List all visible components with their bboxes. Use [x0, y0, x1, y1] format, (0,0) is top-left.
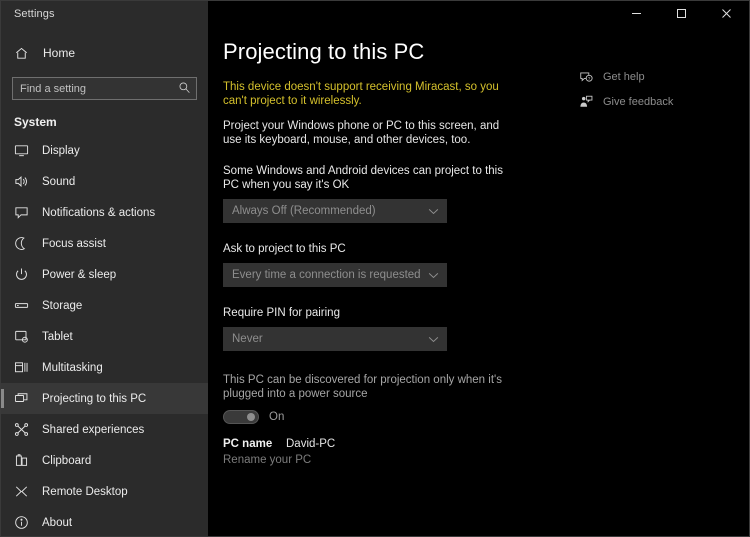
clipboard-icon [14, 453, 36, 468]
tablet-icon [14, 329, 36, 344]
sidebar-item-label: Remote Desktop [42, 485, 128, 498]
sidebar-item-multitasking[interactable]: Multitasking [1, 352, 208, 383]
sidebar-item-label: About [42, 516, 73, 529]
titlebar-right-region [208, 1, 749, 26]
field-label: Some Windows and Android devices can pro… [223, 165, 503, 191]
search-container [12, 77, 197, 100]
sidebar-item-label: Storage [42, 299, 83, 312]
sidebar: Home System Display [1, 26, 208, 536]
search-input[interactable] [12, 77, 197, 100]
toggle-state-label: On [269, 411, 285, 423]
feedback-person-icon [576, 95, 596, 109]
dropdown-value: Never [232, 333, 263, 345]
field-project-permission: Some Windows and Android devices can pro… [223, 164, 749, 223]
multitasking-icon [14, 360, 36, 375]
chevron-down-icon [428, 272, 439, 279]
speaker-icon [14, 174, 36, 189]
titlebar: Settings [1, 1, 749, 26]
field-ask-to-project: Ask to project to this PC Every time a c… [223, 242, 749, 287]
home-icon [14, 46, 36, 61]
sidebar-item-label: Clipboard [42, 454, 92, 467]
give-feedback-link[interactable]: Give feedback [576, 92, 726, 112]
sidebar-item-notifications[interactable]: Notifications & actions [1, 197, 208, 228]
sidebar-item-home[interactable]: Home [1, 40, 208, 66]
chevron-down-icon [428, 208, 439, 215]
pc-name-row: PC name David-PC [223, 438, 749, 450]
toggle-knob [247, 413, 255, 421]
settings-window: Settings Home Find a setting System Disp… [0, 0, 750, 537]
project-permission-dropdown[interactable]: Always Off (Recommended) [223, 199, 447, 223]
sidebar-item-label: Tablet [42, 330, 73, 343]
miracast-warning-text: This device doesn't support receiving Mi… [223, 81, 499, 107]
info-icon [14, 515, 36, 530]
storage-icon [14, 298, 36, 313]
projecting-icon [14, 391, 36, 406]
sidebar-item-tablet[interactable]: Tablet [1, 321, 208, 352]
titlebar-left-region: Settings [1, 1, 208, 26]
sidebar-item-label: Display [42, 144, 80, 157]
main-content: Projecting to this PC This device doesn'… [208, 26, 749, 536]
help-pane: ? Get help Give feedback [576, 67, 726, 117]
help-item-label: Give feedback [603, 96, 674, 108]
field-label: Ask to project to this PC [223, 243, 346, 255]
remote-desktop-icon [14, 484, 36, 499]
help-item-label: Get help [603, 71, 645, 83]
sidebar-item-remote-desktop[interactable]: Remote Desktop [1, 476, 208, 507]
monitor-icon [14, 143, 36, 158]
window-title: Settings [14, 7, 55, 20]
maximize-button[interactable] [659, 1, 704, 26]
get-help-link[interactable]: ? Get help [576, 67, 726, 87]
field-require-pin: Require PIN for pairing Never [223, 306, 749, 351]
pc-name-value: David-PC [286, 438, 336, 450]
sidebar-item-label: Projecting to this PC [42, 392, 147, 405]
minimize-button[interactable] [614, 1, 659, 26]
rename-pc-link[interactable]: Rename your PC [223, 454, 311, 466]
chevron-down-icon [428, 336, 439, 343]
require-pin-dropdown[interactable]: Never [223, 327, 447, 351]
sidebar-item-sound[interactable]: Sound [1, 166, 208, 197]
close-button[interactable] [704, 1, 749, 26]
sidebar-item-about[interactable]: About [1, 507, 208, 536]
ask-to-project-dropdown[interactable]: Every time a connection is requested [223, 263, 447, 287]
help-bubble-icon: ? [576, 70, 596, 84]
field-power-source-discovery: This PC can be discovered for projection… [223, 373, 749, 401]
sidebar-item-focus-assist[interactable]: Focus assist [1, 228, 208, 259]
power-source-toggle-row: On [223, 410, 749, 424]
pc-name-label: PC name [223, 438, 273, 450]
sidebar-item-label: Power & sleep [42, 268, 117, 281]
dropdown-value: Every time a connection is requested [232, 269, 421, 281]
sidebar-item-shared-experiences[interactable]: Shared experiences [1, 414, 208, 445]
power-icon [14, 267, 36, 282]
sidebar-item-label: Multitasking [42, 361, 103, 374]
sidebar-section-title: System [14, 115, 57, 129]
sidebar-item-label: Notifications & actions [42, 206, 156, 219]
page-description-text: Project your Windows phone or PC to this… [223, 120, 500, 146]
sidebar-home-label: Home [43, 46, 76, 60]
sidebar-nav-list: Display Sound Notifications & actions Fo… [1, 135, 208, 536]
moon-icon [14, 236, 36, 251]
notification-icon [14, 205, 36, 220]
sidebar-item-label: Shared experiences [42, 423, 145, 436]
dropdown-value: Always Off (Recommended) [232, 205, 376, 217]
sidebar-item-power-sleep[interactable]: Power & sleep [1, 259, 208, 290]
sidebar-item-clipboard[interactable]: Clipboard [1, 445, 208, 476]
sidebar-item-label: Focus assist [42, 237, 106, 250]
shared-experiences-icon [14, 422, 36, 437]
sidebar-item-storage[interactable]: Storage [1, 290, 208, 321]
page-title: Projecting to this PC [223, 39, 425, 64]
sidebar-item-projecting-to-this-pc[interactable]: Projecting to this PC [1, 383, 208, 414]
power-source-toggle[interactable] [223, 410, 259, 424]
toggle-description-label: This PC can be discovered for projection… [223, 374, 502, 400]
sidebar-item-label: Sound [42, 175, 76, 188]
sidebar-item-display[interactable]: Display [1, 135, 208, 166]
field-label: Require PIN for pairing [223, 307, 340, 319]
